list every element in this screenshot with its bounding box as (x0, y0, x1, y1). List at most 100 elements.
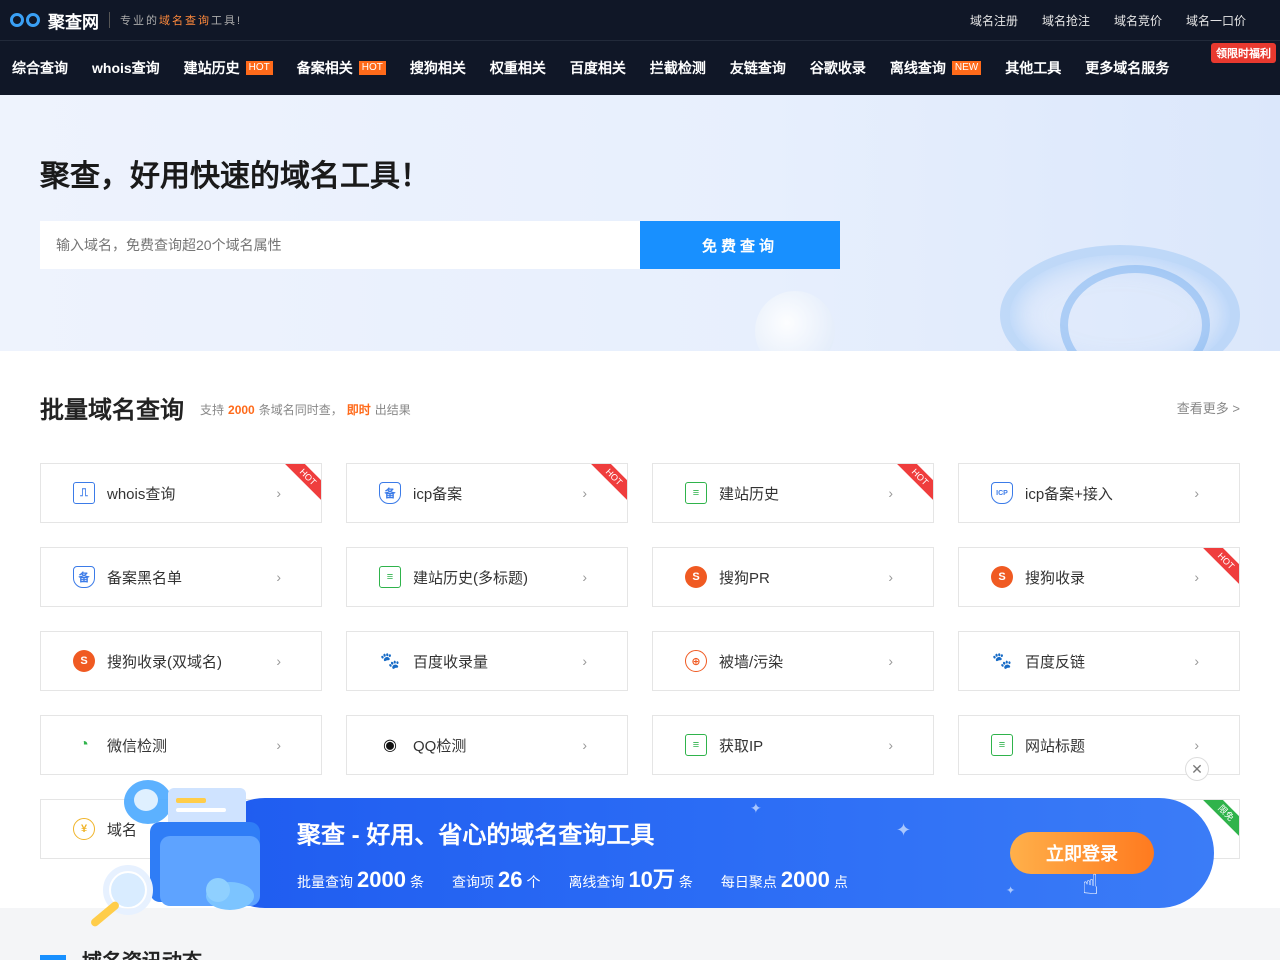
tool-card-label: 建站历史(多标题) (413, 569, 528, 587)
nav-item-11[interactable]: 其他工具 (1005, 58, 1061, 78)
tool-card[interactable]: ◔ 微信检测 › (40, 715, 322, 775)
hero: 聚查，好用快速的域名工具！ 免费查询 (0, 95, 1280, 351)
nav-item-label: 百度相关 (569, 60, 626, 76)
top-link-domain-auction[interactable]: 域名竞价 (1114, 12, 1162, 29)
nav-item-8[interactable]: 友链查询 (730, 58, 786, 78)
nav-item-label: 权重相关 (489, 60, 546, 76)
banner-stat: 离线查询 10万条 (568, 862, 692, 894)
nav-item-9[interactable]: 谷歌收录 (810, 58, 866, 78)
view-more-link[interactable]: 查看更多 > (1177, 398, 1240, 417)
tool-card[interactable]: S 搜狗收录(双域名) › (40, 631, 322, 691)
tool-card[interactable]: S 搜狗收录 › HOT (958, 547, 1240, 607)
nav-item-label: 更多域名服务 (1085, 60, 1170, 76)
sparkle-icon: ✦ (896, 820, 912, 840)
top-link-domain-snap[interactable]: 域名抢注 (1042, 12, 1090, 29)
card-ribbon-badge: HOT (890, 464, 933, 507)
tool-card[interactable]: 🐾 百度反链 › (958, 631, 1240, 691)
nav-item-label: 离线查询 (889, 60, 946, 76)
tool-card[interactable]: ⊕ 被墙/污染 › (652, 631, 934, 691)
banner-stat-post: 条 (678, 874, 693, 890)
nav-item-6[interactable]: 百度相关 (570, 58, 626, 78)
tool-card-label: 被墙/污染 (719, 653, 784, 671)
chevron-right-icon: › (1194, 569, 1199, 585)
chevron-right-icon: › (582, 569, 587, 585)
banner-stat-num: 26 (497, 867, 523, 892)
tool-card[interactable]: ≡ 建站历史(多标题) › (346, 547, 628, 607)
tool-card-label: 搜狗PR (719, 569, 770, 587)
search-input[interactable] (40, 221, 640, 269)
nav-item-5[interactable]: 权重相关 (490, 58, 546, 78)
banner-stat: 批量查询 2000 条 (297, 867, 424, 893)
tool-card[interactable]: 备备案黑名单 › (40, 547, 322, 607)
search-button[interactable]: 免费查询 (640, 221, 840, 269)
chevron-right-icon: › (582, 737, 587, 753)
nav-item-label: 友链查询 (729, 60, 786, 76)
tool-card[interactable]: ◉ QQ检测 › (346, 715, 628, 775)
tool-card-label: 备案黑名单 (107, 569, 183, 587)
baidu-icon: 🐾 (992, 653, 1012, 670)
nav-item-label: 建站历史 (183, 60, 240, 76)
top-link-domain-register[interactable]: 域名注册 (970, 12, 1018, 29)
tool-card[interactable]: 备 icp备案 › HOT (346, 463, 628, 523)
tool-card[interactable]: ⎍ whois查询 › HOT (40, 463, 322, 523)
qq-icon: ◉ (383, 737, 397, 754)
nav-item-label: whois查询 (92, 60, 160, 76)
chevron-right-icon: › (1194, 737, 1199, 753)
sogou-icon: S (685, 566, 707, 588)
tool-card[interactable]: ≡ 建站历史 › HOT (652, 463, 934, 523)
banner-title: 聚查 - 好用、省心的域名查询工具 (297, 822, 655, 849)
search-box: 免费查询 (40, 221, 840, 269)
banner-stat-num: 2000 (357, 867, 406, 892)
tool-card-label: 建站历史 (719, 485, 780, 503)
monitor-icon: ⎍ (73, 482, 95, 504)
close-icon[interactable]: ✕ (1185, 757, 1209, 781)
folder-illustration-icon (91, 780, 260, 927)
nav-item-10[interactable]: 离线查询 NEW (889, 58, 982, 78)
banner-stat-pre: 离线查询 (568, 874, 625, 890)
nav-item-label: 拦截检测 (649, 60, 706, 76)
tool-card-label: 搜狗收录(双域名) (107, 653, 222, 671)
logo-text: 聚查网 (48, 12, 99, 32)
chevron-right-icon: › (888, 737, 893, 753)
pointer-hand-icon: ☝ (1082, 869, 1100, 900)
tool-card[interactable]: ICP icp备案+接入 › (958, 463, 1240, 523)
tool-card-label: 获取IP (719, 737, 764, 755)
tool-card[interactable]: 🐾 百度收录量 › (346, 631, 628, 691)
nav-item-12[interactable]: 更多域名服务 (1085, 58, 1169, 78)
globe-icon: ⊕ (685, 650, 707, 672)
nav-item-label: 谷歌收录 (809, 60, 866, 76)
chevron-right-icon: › (888, 569, 893, 585)
nav-item-label: 搜狗相关 (409, 60, 466, 76)
nav-item-7[interactable]: 拦截检测 (650, 58, 706, 78)
history-icon: ≡ (685, 482, 707, 504)
banner-stat-pre: 批量查询 (297, 874, 353, 890)
tool-card-label: QQ检测 (413, 737, 467, 755)
tool-card-label: 网站标题 (1025, 737, 1086, 755)
chevron-right-icon: › (888, 653, 893, 669)
nav-item-1[interactable]: whois查询 (92, 58, 160, 78)
sogou-icon: S (991, 566, 1013, 588)
nav-item-2[interactable]: 建站历史 HOT (184, 58, 273, 78)
section-header: 批量域名查询 支持 2000 条域名同时查， 即时 出结果 查看更多 > (40, 351, 1240, 463)
logo[interactable]: 聚查网 (10, 8, 99, 33)
nav-item-label: 备案相关 (296, 60, 353, 76)
chevron-right-icon: › (888, 485, 893, 501)
tool-card[interactable]: ≡ 获取IP › (652, 715, 934, 775)
top-link-domain-fixed-price[interactable]: 域名一口价 (1186, 12, 1246, 29)
baidu-icon: 🐾 (380, 653, 400, 670)
nav-item-4[interactable]: 搜狗相关 (410, 58, 466, 78)
banner-stat-pre: 查询项 (451, 874, 494, 890)
banner-stat-post: 条 (409, 874, 424, 890)
shield-icon: 备 (73, 566, 95, 588)
tool-card-label: 百度反链 (1025, 653, 1086, 671)
tool-card-label: 搜狗收录 (1025, 569, 1086, 587)
nav-item-3[interactable]: 备案相关 HOT (297, 58, 386, 78)
card-ribbon-badge: HOT (584, 464, 627, 507)
owl-logo-icon (10, 13, 40, 27)
card-ribbon-badge: HOT (1196, 548, 1239, 591)
nav-item-0[interactable]: 综合查询 (12, 58, 68, 78)
promo-badge[interactable]: 领限时福利 (1211, 43, 1276, 63)
tool-card[interactable]: S 搜狗PR › (652, 547, 934, 607)
chevron-right-icon: › (582, 653, 587, 669)
banner-stat: 每日聚点 2000 点 (721, 867, 848, 893)
